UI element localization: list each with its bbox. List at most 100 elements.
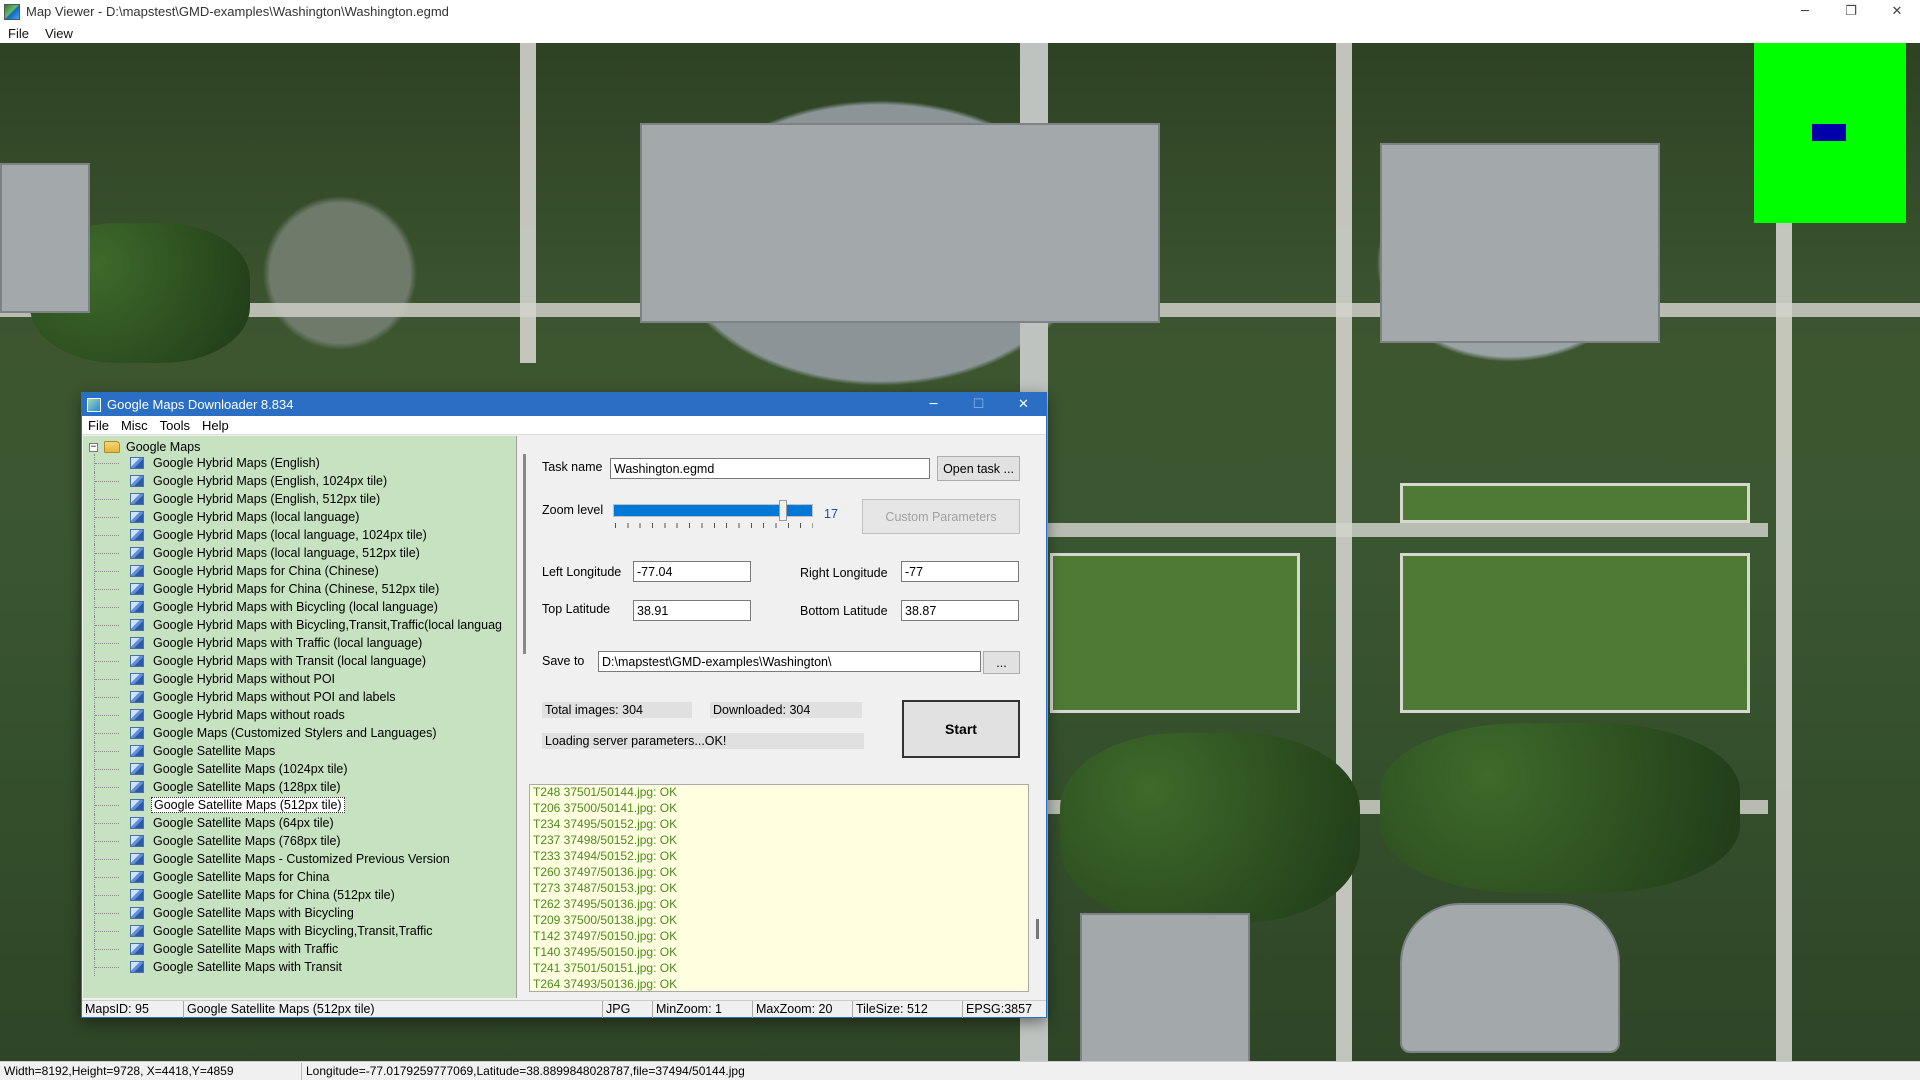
save-to-input[interactable] (598, 651, 981, 672)
viewer-menu-file[interactable]: File (0, 26, 37, 41)
downloaded-readout: Downloaded: 304 (710, 702, 862, 718)
tree-item[interactable]: Google Hybrid Maps with Transit (local l… (83, 652, 516, 670)
tree-item[interactable]: Google Hybrid Maps without POI and label… (83, 688, 516, 706)
tree-root-label: Google Maps (126, 440, 201, 454)
task-name-input[interactable] (610, 458, 930, 479)
tree-item-label: Google Satellite Maps (1024px tile) (153, 762, 348, 776)
left-longitude-input[interactable] (633, 561, 751, 582)
map-layer-icon (130, 565, 144, 577)
map-road (1048, 523, 1768, 537)
tree-item-label: Google Hybrid Maps with Traffic (local l… (153, 636, 423, 650)
tree-item[interactable]: Google Satellite Maps with Bicycling,Tra… (83, 922, 516, 940)
top-latitude-input[interactable] (633, 600, 751, 621)
gmd-menu-help[interactable]: Help (196, 418, 235, 433)
viewer-minimize-button[interactable]: ─ (1782, 0, 1828, 23)
tree-item[interactable]: Google Satellite Maps (512px tile) (83, 796, 516, 814)
map-layer-icon (130, 583, 144, 595)
map-layer-icon (130, 745, 144, 757)
tree-item[interactable]: Google Satellite Maps - Customized Previ… (83, 850, 516, 868)
tree-item[interactable]: Google Satellite Maps (128px tile) (83, 778, 516, 796)
custom-parameters-button[interactable]: Custom Parameters (862, 499, 1020, 534)
map-layer-icon (130, 799, 144, 811)
tree-item-label: Google Satellite Maps with Bicycling,Tra… (153, 924, 433, 938)
tree-item[interactable]: Google Satellite Maps (768px tile) (83, 832, 516, 850)
tree-item[interactable]: Google Satellite Maps with Bicycling (83, 904, 516, 922)
gmd-minimize-button[interactable]: ─ (911, 393, 956, 416)
tree-item-label: Google Satellite Maps (768px tile) (153, 834, 341, 848)
tree-item[interactable]: Google Hybrid Maps (English, 512px tile) (83, 490, 516, 508)
save-to-label: Save to (542, 654, 585, 668)
map-type-tree[interactable]: − Google Maps Google Hybrid Maps (Englis… (83, 436, 517, 998)
tree-item[interactable]: Google Satellite Maps (83, 742, 516, 760)
viewer-status-bar: Width=8192,Height=9728, X=4418,Y=4859 Lo… (0, 1061, 1920, 1080)
start-button[interactable]: Start (902, 700, 1020, 758)
map-layer-icon (130, 763, 144, 775)
gmd-menu-file[interactable]: File (82, 418, 115, 433)
download-log[interactable]: T248 37501/50144.jpg: OK T206 37500/50141… (529, 784, 1029, 992)
gmd-maximize-button: ☐ (972, 397, 985, 412)
map-layer-icon (130, 907, 144, 919)
left-longitude-label: Left Longitude (542, 565, 622, 579)
log-scroll-thumb[interactable] (1036, 919, 1039, 939)
log-line: T262 37495/50136.jpg: OK (533, 897, 678, 911)
tree-root-google-maps[interactable]: − Google Maps (89, 439, 200, 455)
map-layer-icon (130, 871, 144, 883)
gmd-title-bar: Google Maps Downloader 8.834 ─ ☐ ✕ (82, 393, 1046, 416)
gmd-menu-tools[interactable]: Tools (154, 418, 196, 433)
tree-scroll-thumb[interactable] (523, 454, 526, 654)
tree-item[interactable]: Google Satellite Maps (1024px tile) (83, 760, 516, 778)
map-building (0, 163, 90, 313)
tree-item[interactable]: Google Hybrid Maps without roads (83, 706, 516, 724)
tree-item-label: Google Hybrid Maps without POI (153, 672, 336, 686)
tree-item[interactable]: Google Satellite Maps with Traffic (83, 940, 516, 958)
overview-minimap[interactable] (1754, 43, 1906, 223)
viewer-menu-view[interactable]: View (37, 26, 81, 41)
tree-item-label: Google Satellite Maps (153, 744, 276, 758)
overview-viewport-rectangle[interactable] (1812, 124, 1846, 141)
tree-item[interactable]: Google Satellite Maps with Transit (83, 958, 516, 976)
map-building (1380, 143, 1660, 343)
map-layer-icon (130, 511, 144, 523)
tree-item[interactable]: Google Hybrid Maps without POI (83, 670, 516, 688)
tree-item-label: Google Satellite Maps with Bicycling (153, 906, 354, 920)
browse-folder-button[interactable]: ... (983, 651, 1020, 674)
zoom-slider-thumb[interactable] (779, 500, 787, 521)
collapse-icon[interactable]: − (89, 442, 98, 452)
log-line: T140 37495/50150.jpg: OK (533, 945, 678, 959)
tree-item[interactable]: Google Hybrid Maps with Bicycling (local… (83, 598, 516, 616)
gmd-window-title: Google Maps Downloader 8.834 (107, 397, 294, 412)
tree-item[interactable]: Google Hybrid Maps with Traffic (local l… (83, 634, 516, 652)
map-layer-icon (130, 889, 144, 901)
log-line: T273 37487/50153.jpg: OK (533, 881, 678, 895)
tree-item-label: Google Hybrid Maps without roads (153, 708, 345, 722)
tree-item-label: Google Satellite Maps with Transit (153, 960, 342, 974)
log-line: T264 37493/50136.jpg: OK (533, 977, 678, 991)
epsg-status: EPSG:3857 (966, 1002, 1033, 1016)
tree-item[interactable]: Google Hybrid Maps for China (Chinese, 5… (83, 580, 516, 598)
tree-item[interactable]: Google Hybrid Maps with Bicycling,Transi… (83, 616, 516, 634)
tree-item[interactable]: Google Hybrid Maps for China (Chinese) (83, 562, 516, 580)
gmd-menu-misc[interactable]: Misc (115, 418, 154, 433)
viewer-close-button[interactable]: ✕ (1874, 0, 1920, 23)
tree-item[interactable]: Google Maps (Customized Stylers and Lang… (83, 724, 516, 742)
open-task-button[interactable]: Open task ... (937, 456, 1020, 481)
map-layer-icon (130, 781, 144, 793)
tree-item[interactable]: Google Satellite Maps (64px tile) (83, 814, 516, 832)
gmd-close-button[interactable]: ✕ (1001, 393, 1046, 416)
tree-item[interactable]: Google Satellite Maps for China (512px t… (83, 886, 516, 904)
map-layer-icon (130, 547, 144, 559)
right-longitude-input[interactable] (901, 561, 1019, 582)
map-layer-icon (130, 853, 144, 865)
tree-item[interactable]: Google Hybrid Maps (local language) (83, 508, 516, 526)
log-vertical-scrollbar[interactable] (1029, 784, 1046, 992)
tree-item-label: Google Hybrid Maps (local language, 1024… (153, 528, 427, 542)
viewer-title-bar: Map Viewer - D:\mapstest\GMD-examples\Wa… (0, 0, 1920, 23)
bottom-latitude-input[interactable] (901, 600, 1019, 621)
tree-item[interactable]: Google Hybrid Maps (local language, 1024… (83, 526, 516, 544)
viewer-restore-button[interactable]: ❐ (1828, 0, 1874, 23)
tree-item[interactable]: Google Hybrid Maps (local language, 512p… (83, 544, 516, 562)
tree-item-label: Google Hybrid Maps (English, 512px tile) (153, 492, 381, 506)
tree-item[interactable]: Google Satellite Maps for China (83, 868, 516, 886)
tree-item[interactable]: Google Hybrid Maps (English, 1024px tile… (83, 472, 516, 490)
tree-item[interactable]: Google Hybrid Maps (English) (83, 454, 516, 472)
